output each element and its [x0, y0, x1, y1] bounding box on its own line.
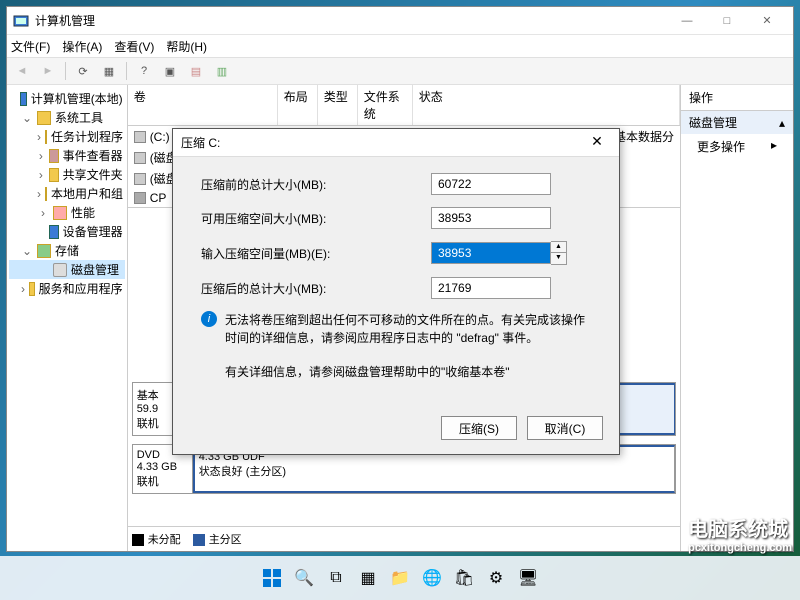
refresh-icon[interactable]: ⟳: [72, 60, 94, 82]
col-fs[interactable]: 文件系统: [358, 85, 413, 125]
dialog-titlebar: 压缩 C: ✕: [173, 129, 619, 157]
col-type[interactable]: 类型: [318, 85, 358, 125]
menu-view[interactable]: 查看(V): [114, 38, 154, 55]
label-total-before: 压缩前的总计大小(MB):: [201, 176, 431, 193]
taskbar: 🔍 ⧉ ▦ 📁 🌐 🛍 ⚙ 🖥: [0, 556, 800, 600]
start-button[interactable]: [259, 565, 285, 591]
value-available: 38953: [431, 207, 551, 229]
volume-grid-header: 卷 布局 类型 文件系统 状态: [128, 85, 680, 126]
explorer-icon[interactable]: 📁: [387, 565, 413, 591]
watermark: 电脑系统城 pcxitongcheng.com: [688, 513, 792, 554]
collapse-icon: ▴: [779, 116, 785, 130]
shrink-spinner[interactable]: ▲▼: [551, 241, 567, 265]
note-text: 有关详细信息，请参阅磁盘管理帮助中的"收缩基本卷": [201, 363, 591, 380]
info-text: 无法将卷压缩到超出任何不可移动的文件所在的点。有关完成该操作时间的详细信息，请参…: [225, 311, 591, 347]
menu-help[interactable]: 帮助(H): [166, 38, 207, 55]
label-available: 可用压缩空间大小(MB):: [201, 210, 431, 227]
search-icon[interactable]: 🔍: [291, 565, 317, 591]
cancel-button[interactable]: 取消(C): [527, 416, 603, 440]
maximize-button[interactable]: □: [707, 9, 747, 33]
window-title: 计算机管理: [35, 12, 667, 29]
tool-icon3[interactable]: ▥: [211, 60, 233, 82]
tree-root[interactable]: 计算机管理(本地): [9, 89, 125, 108]
tree-storage[interactable]: ⌄存储: [9, 241, 125, 260]
menu-file[interactable]: 文件(F): [11, 38, 50, 55]
app-icon: [13, 13, 29, 29]
titlebar: 计算机管理 — □ ✕: [7, 7, 793, 35]
dialog-close-button[interactable]: ✕: [583, 133, 611, 153]
label-total-after: 压缩后的总计大小(MB):: [201, 280, 431, 297]
actions-more[interactable]: 更多操作▸: [681, 134, 793, 159]
chevron-right-icon: ▸: [771, 138, 777, 155]
tree-scheduler[interactable]: ›任务计划程序: [9, 127, 125, 146]
legend-primary-swatch: [193, 534, 205, 546]
input-shrink-amount[interactable]: 38953: [431, 242, 551, 264]
legend: 未分配 主分区: [128, 526, 680, 551]
store-icon[interactable]: 🛍: [451, 565, 477, 591]
spin-up-icon: ▲: [551, 242, 566, 253]
info-icon: i: [201, 311, 217, 327]
taskview-icon[interactable]: ⧉: [323, 565, 349, 591]
spin-down-icon: ▼: [551, 253, 566, 264]
legend-primary-label: 主分区: [209, 534, 242, 546]
widgets-icon[interactable]: ▦: [355, 565, 381, 591]
tree-shared[interactable]: ›共享文件夹: [9, 165, 125, 184]
dialog-title: 压缩 C:: [181, 134, 220, 151]
minimize-button[interactable]: —: [667, 9, 707, 33]
menubar: 文件(F) 操作(A) 查看(V) 帮助(H): [7, 35, 793, 57]
menu-action[interactable]: 操作(A): [62, 38, 102, 55]
forward-button[interactable]: ►: [37, 60, 59, 82]
tree-diskmgmt[interactable]: 磁盘管理: [9, 260, 125, 279]
tree-perf[interactable]: ›性能: [9, 203, 125, 222]
edge-icon[interactable]: 🌐: [419, 565, 445, 591]
tool-icon[interactable]: ▣: [159, 60, 181, 82]
shrink-dialog: 压缩 C: ✕ 压缩前的总计大小(MB): 60722 可用压缩空间大小(MB)…: [172, 128, 620, 455]
close-button[interactable]: ✕: [747, 9, 787, 33]
tree-users[interactable]: ›本地用户和组: [9, 184, 125, 203]
toolbar-sep: [65, 62, 66, 80]
tree-systools[interactable]: ⌄系统工具: [9, 108, 125, 127]
col-layout[interactable]: 布局: [278, 85, 318, 125]
tool-icon2[interactable]: ▤: [185, 60, 207, 82]
tree-eventviewer[interactable]: ›事件查看器: [9, 146, 125, 165]
actions-header: 操作: [681, 85, 793, 111]
actions-section[interactable]: 磁盘管理▴: [681, 111, 793, 134]
actions-pane: 操作 磁盘管理▴ 更多操作▸: [681, 85, 793, 551]
view-icon[interactable]: ▦: [98, 60, 120, 82]
tree-devmgr[interactable]: 设备管理器: [9, 222, 125, 241]
tree-services[interactable]: ›服务和应用程序: [9, 279, 125, 298]
legend-unalloc-swatch: [132, 534, 144, 546]
col-volume[interactable]: 卷: [128, 85, 278, 125]
col-status[interactable]: 状态: [413, 85, 680, 125]
value-total-before: 60722: [431, 173, 551, 195]
value-total-after: 21769: [431, 277, 551, 299]
label-shrink-amount: 输入压缩空间量(MB)(E):: [201, 245, 431, 262]
compmgmt-icon[interactable]: 🖥: [515, 565, 541, 591]
help-icon[interactable]: ?: [133, 60, 155, 82]
back-button[interactable]: ◄: [11, 60, 33, 82]
legend-unalloc-label: 未分配: [148, 534, 181, 546]
nav-tree: 计算机管理(本地) ⌄系统工具 ›任务计划程序 ›事件查看器 ›共享文件夹 ›本…: [7, 85, 128, 551]
toolbar: ◄ ► ⟳ ▦ ? ▣ ▤ ▥: [7, 57, 793, 85]
toolbar-sep: [126, 62, 127, 80]
shrink-button[interactable]: 压缩(S): [441, 416, 517, 440]
settings-icon[interactable]: ⚙: [483, 565, 509, 591]
